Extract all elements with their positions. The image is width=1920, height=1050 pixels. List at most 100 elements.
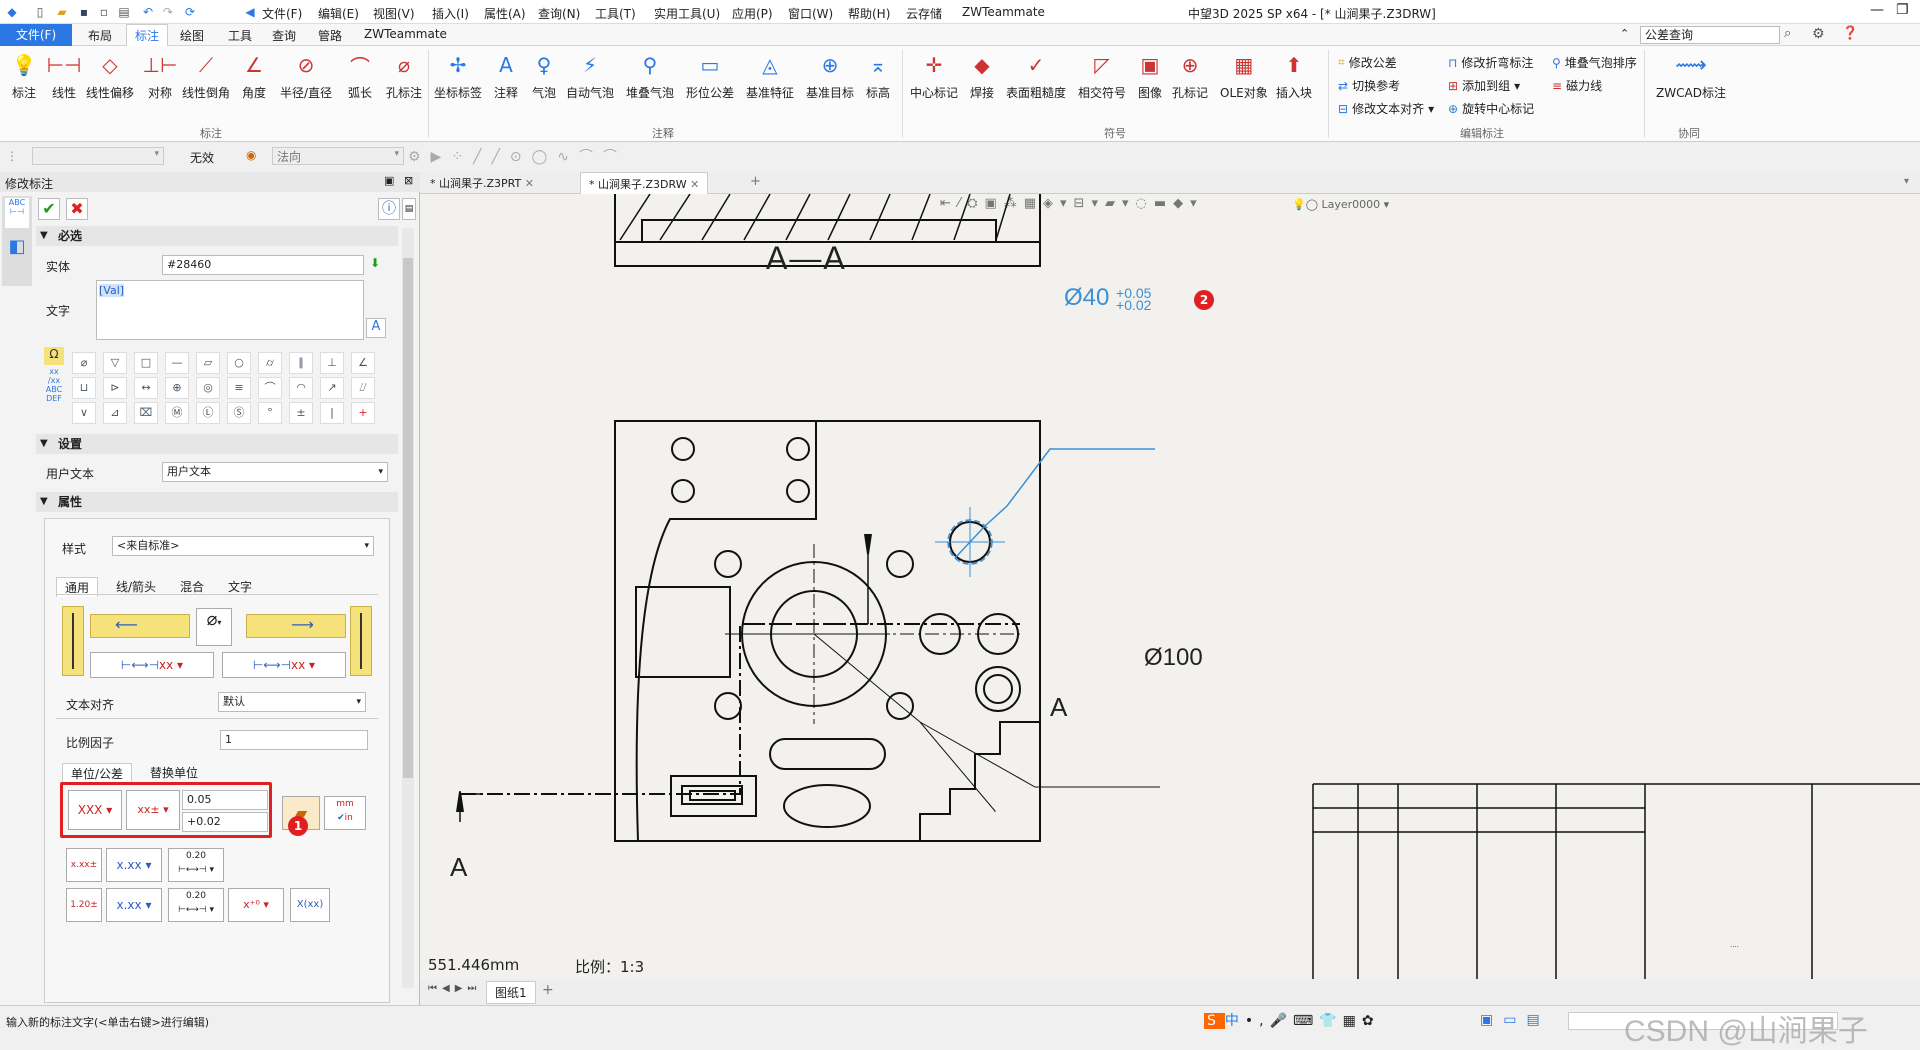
gear-icon[interactable]: ⚙ bbox=[1812, 26, 1825, 42]
menu-8[interactable]: 应用(P) bbox=[732, 5, 773, 22]
symbol-button[interactable]: ∥ bbox=[289, 352, 313, 374]
ribbon-btn-g2-4[interactable]: ⚲ 堆叠气泡 bbox=[626, 50, 674, 101]
symbol-button[interactable]: Ⓛ bbox=[196, 402, 220, 424]
symbol-button[interactable]: — bbox=[165, 352, 189, 374]
symbol-button[interactable]: ↔ bbox=[134, 377, 158, 399]
minimize-button[interactable]: — bbox=[1870, 2, 1884, 18]
switch-reference-button[interactable]: ⇄ 切换参考 bbox=[1338, 77, 1400, 94]
tolerance-category-icon[interactable]: xx ∕xx bbox=[44, 367, 64, 385]
unit-convert-button[interactable]: mm ✔in bbox=[324, 796, 366, 830]
ribbon-btn-g2-0[interactable]: ✢ 坐标标签 bbox=[434, 50, 482, 101]
modify-bent-dim-button[interactable]: ⊓ 修改折弯标注 bbox=[1448, 54, 1533, 71]
symbol-button[interactable]: ◎ bbox=[196, 377, 220, 399]
menu-1[interactable]: 编辑(E) bbox=[318, 5, 359, 22]
tab-query[interactable]: 查询 bbox=[272, 27, 296, 44]
user-text-select[interactable]: 用户文本 ▾ bbox=[162, 462, 388, 482]
section-settings[interactable]: ▼ 设置 bbox=[36, 434, 398, 454]
search-icon[interactable]: ⌕ bbox=[1784, 26, 1791, 41]
undo-icon[interactable]: ↶ bbox=[140, 4, 156, 20]
arrow-left-pos-button[interactable] bbox=[62, 606, 84, 676]
ribbon-btn-g3-5[interactable]: ⊕ 孔标记 bbox=[1172, 50, 1208, 101]
symbol-button[interactable]: ▱ bbox=[196, 352, 220, 374]
tab-dimension[interactable]: 标注 bbox=[126, 24, 169, 46]
zwcad-dimension-button[interactable]: ⟿ ZWCAD标注 bbox=[1656, 50, 1726, 101]
subtab-text[interactable]: 文字 bbox=[228, 578, 252, 595]
drawing-canvas[interactable]: ⇤⁄⛭▣⁂▦◈▾⊟▾▰▾◌▬◆▾ 💡◯ Layer0000 ▾ .... A—A… bbox=[420, 194, 1920, 979]
zero-suppress-select[interactable]: x⁺⁰ ▾ bbox=[228, 888, 284, 922]
tab-file[interactable]: 文件(F) bbox=[0, 24, 72, 46]
doc-tab-drw[interactable]: * 山涧果子.Z3DRW ✕ bbox=[580, 172, 709, 194]
refresh-icon[interactable]: ⟳ bbox=[182, 4, 198, 20]
tab-layout[interactable]: 布局 bbox=[88, 27, 112, 44]
menu-3[interactable]: 插入(I) bbox=[432, 5, 469, 22]
add-to-group-button[interactable]: ⊞ 添加到组 ▾ bbox=[1448, 77, 1520, 94]
dimension-type-button[interactable]: ⌀▾ bbox=[196, 608, 232, 646]
subtab-unit-tolerance[interactable]: 单位/公差 bbox=[62, 763, 133, 783]
stack-balloon-sort-button[interactable]: ⚲ 堆叠气泡排序 bbox=[1552, 54, 1637, 71]
lower-tolerance-field[interactable]: +0.02 bbox=[182, 812, 268, 832]
normal-select[interactable]: 法向 ▾ bbox=[272, 147, 404, 165]
ribbon-btn-g1-2[interactable]: ◇ 线性偏移 bbox=[86, 50, 134, 101]
ribbon-btn-g2-8[interactable]: ⌅ 标高 bbox=[864, 50, 892, 101]
pick-entity-icon[interactable]: ⬇ bbox=[370, 256, 380, 270]
symbol-button[interactable]: ⊥ bbox=[320, 352, 344, 374]
arrow-right-pos-button[interactable] bbox=[350, 606, 372, 676]
menu-5[interactable]: 查询(N) bbox=[538, 5, 580, 22]
doc-tab-prt[interactable]: * 山涧果子.Z3PRT ✕ bbox=[430, 175, 534, 191]
magnetic-line-button[interactable]: ≡ 磁力线 bbox=[1552, 77, 1602, 94]
precision-1-select[interactable]: x.xx ▾ bbox=[106, 848, 162, 882]
redo-icon[interactable]: ↷ bbox=[160, 4, 176, 20]
ribbon-btn-g1-7[interactable]: ⌒ 弧长 bbox=[346, 50, 374, 101]
symbol-button[interactable]: ± bbox=[289, 402, 313, 424]
subtab-mixed[interactable]: 混合 bbox=[180, 578, 204, 595]
symbol-button[interactable]: ⌀ bbox=[72, 352, 96, 374]
dim-tolerance-text[interactable]: Ø40 +0.05 +0.02 bbox=[1064, 284, 1151, 312]
tab-menu-icon[interactable]: ▾ bbox=[1904, 176, 1909, 187]
omega-icon[interactable]: Ω bbox=[44, 347, 64, 365]
close-icon[interactable]: ⊠ bbox=[404, 174, 413, 187]
restore-button[interactable]: ❐ bbox=[1896, 2, 1909, 18]
menu-4[interactable]: 属性(A) bbox=[484, 5, 526, 22]
ribbon-btn-g1-3[interactable]: ⊥⊢ 对称 bbox=[143, 50, 178, 101]
ribbon-btn-g1-8[interactable]: ⌀ 孔标注 bbox=[386, 50, 422, 101]
subtab-alt-unit[interactable]: 替换单位 bbox=[150, 764, 198, 781]
symbol-button[interactable]: Ⓜ bbox=[165, 402, 189, 424]
ribbon-btn-g3-2[interactable]: ✓ 表面粗糙度 bbox=[1006, 50, 1066, 101]
menu-12[interactable]: ZWTeammate bbox=[962, 5, 1045, 19]
symbol-button[interactable]: ⊕ bbox=[165, 377, 189, 399]
subtab-line-arrow[interactable]: 线/箭头 bbox=[116, 578, 156, 595]
symbol-button[interactable]: ⌰ bbox=[351, 377, 375, 399]
text-category-icon[interactable]: ABC DEF bbox=[44, 385, 64, 403]
ribbon-btn-g2-6[interactable]: ◬ 基准特征 bbox=[746, 50, 794, 101]
info-button[interactable]: ⓘ bbox=[378, 198, 400, 220]
ribbon-btn-g2-3[interactable]: ⚡ 自动气泡 bbox=[566, 50, 614, 101]
ime-tray[interactable]: S 中•,🎤⌨👕▦✿ bbox=[1204, 1010, 1380, 1030]
symbol-button[interactable]: ⌧ bbox=[134, 402, 158, 424]
lower-sample-select[interactable]: 0.20 ⊢⟷⊣ ▾ bbox=[168, 888, 224, 922]
symbol-button[interactable]: + bbox=[351, 402, 375, 424]
ribbon-btn-g2-5[interactable]: ▭ 形位公差 bbox=[686, 50, 734, 101]
section-required[interactable]: ▼ 必选 bbox=[36, 226, 398, 246]
scale-factor-field[interactable]: 1 bbox=[220, 730, 368, 750]
save-icon[interactable]: ▪ bbox=[76, 4, 92, 20]
symbol-button[interactable]: ≡ bbox=[227, 377, 251, 399]
tolerance-format-button[interactable]: xx± ▾ bbox=[126, 790, 180, 830]
ribbon-btn-g2-1[interactable]: A 注释 bbox=[492, 50, 520, 101]
symbol-button[interactable]: ⊿ bbox=[103, 402, 127, 424]
text-position-right-button[interactable]: ⊢⟷⊣xx ▾ bbox=[222, 652, 346, 678]
cancel-button[interactable]: ✖ bbox=[66, 198, 88, 220]
symbol-button[interactable]: ⌭ bbox=[258, 352, 282, 374]
section-properties[interactable]: ▼ 属性 bbox=[36, 492, 398, 512]
diameter-100-label[interactable]: Ø100 bbox=[1144, 644, 1203, 672]
left-arrow-icon[interactable]: ◀ bbox=[242, 4, 258, 20]
ribbon-btn-g2-2[interactable]: ♀ 气泡 bbox=[530, 50, 558, 101]
modify-tolerance-button[interactable]: ⌗ 修改公差 bbox=[1338, 54, 1397, 71]
ribbon-btn-g1-5[interactable]: ∠ 角度 bbox=[240, 50, 268, 101]
symbol-button[interactable]: | bbox=[320, 402, 344, 424]
status-view-icons[interactable]: ▣▭▤ bbox=[1480, 1012, 1550, 1028]
upper-tolerance-field[interactable]: 0.05 bbox=[182, 790, 268, 810]
help-doc-button[interactable]: ▤ bbox=[402, 198, 416, 220]
symbol-button[interactable]: ° bbox=[258, 402, 282, 424]
unit-format-button[interactable]: XXX ▾ bbox=[68, 790, 122, 830]
sheet-nav-icons[interactable]: ⏮◀▶⏭ bbox=[428, 983, 481, 994]
